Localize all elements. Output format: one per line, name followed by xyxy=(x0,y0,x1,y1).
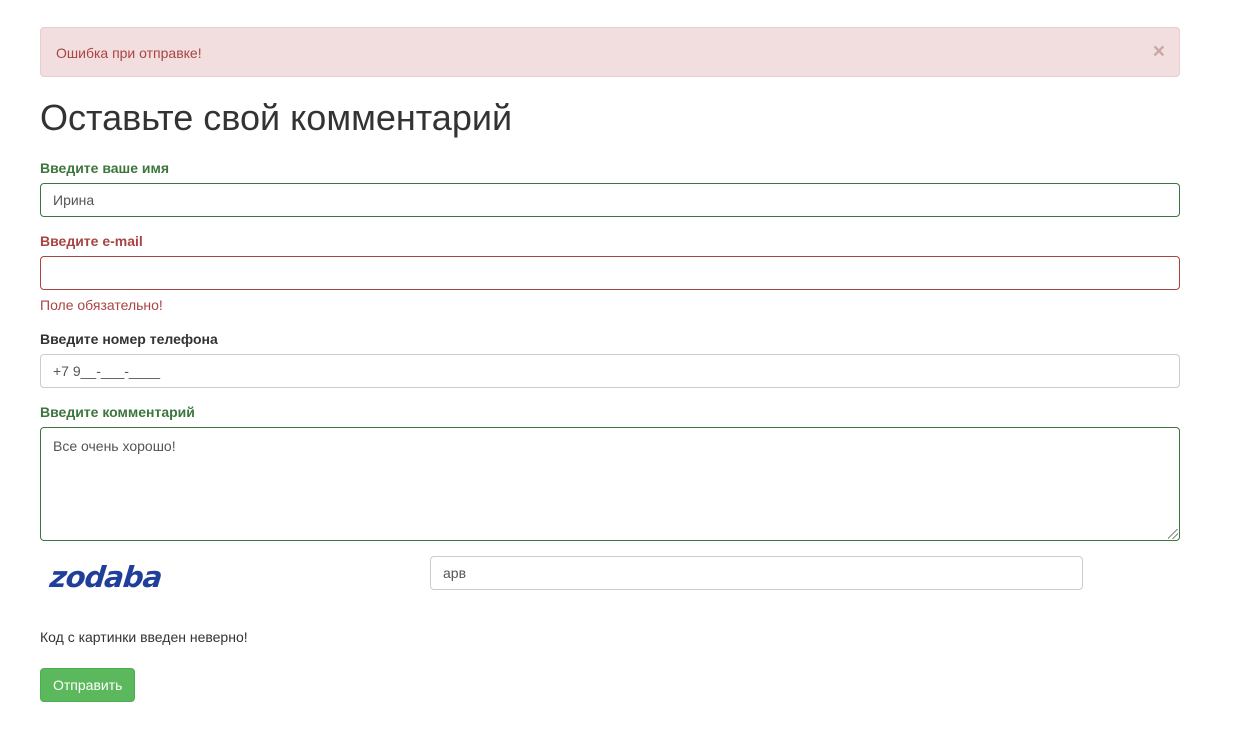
phone-input[interactable]: +7 9__-___-____ xyxy=(40,354,1180,388)
captcha-input[interactable]: арв xyxy=(430,556,1083,590)
captcha-error-text: Код с картинки введен неверно! xyxy=(40,629,248,645)
comment-textarea[interactable]: Все очень хорошо! xyxy=(40,427,1180,541)
phone-label: Введите номер телефона xyxy=(40,331,218,347)
captcha-row: zodaba арв xyxy=(40,556,1180,616)
resize-handle-icon[interactable] xyxy=(1168,529,1178,539)
page-title: Оставьте свой комментарий xyxy=(40,97,513,138)
alert-message: Ошибка при отправке! xyxy=(56,45,202,61)
comment-form-container: Ошибка при отправке! × Оставьте свой ком… xyxy=(40,27,1180,702)
close-icon[interactable]: × xyxy=(1153,28,1165,76)
phone-group: Введите номер телефона +7 9__-___-____ xyxy=(40,330,1180,388)
comment-text: Все очень хорошо! xyxy=(53,438,176,454)
submit-row: Отправить xyxy=(40,668,1180,702)
captcha-image: zodaba xyxy=(48,560,164,594)
email-error-text: Поле обязательно! xyxy=(40,297,163,313)
name-label: Введите ваше имя xyxy=(40,160,170,176)
name-input[interactable]: Ирина xyxy=(40,183,1180,217)
name-group: Введите ваше имя Ирина xyxy=(40,159,1180,217)
email-input[interactable] xyxy=(40,256,1180,290)
submit-button[interactable]: Отправить xyxy=(40,668,136,702)
email-label: Введите e-mail xyxy=(40,233,143,249)
email-group: Введите e-mail Поле обязательно! xyxy=(40,232,1180,314)
error-alert: Ошибка при отправке! × xyxy=(40,27,1180,77)
comment-group: Введите комментарий Все очень хорошо! xyxy=(40,403,1180,541)
comment-label: Введите комментарий xyxy=(40,404,195,420)
